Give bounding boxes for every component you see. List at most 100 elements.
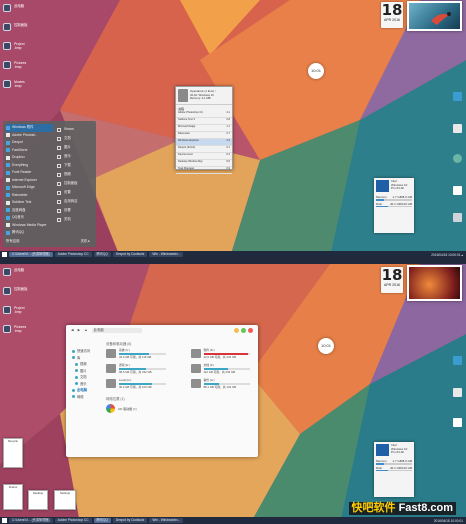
drive-name: 文档 (F:) [203,363,215,367]
process-row[interactable]: Desktop Window Mgr 5.6 [176,160,232,167]
process-row[interactable]: Dexpot (32-bit) 0.1 [176,146,232,153]
desktop-icon-this-pc[interactable]: 此电脑 [3,268,43,287]
start-menu-place-item[interactable]: 应用商店 [57,197,93,206]
start-menu-app-item[interactable]: Sublime Text [6,199,53,207]
drive-item[interactable]: 文档 (F:) 112 GB 可用，共 232 GB [190,363,250,375]
maximize-button[interactable] [241,327,246,333]
thumbnail-recycle[interactable]: Recycle [3,438,23,468]
taskbar-window-button[interactable]: Adobe Photoshop CC [54,518,92,523]
taskbar-clock[interactable]: 2016/04/18 10:00:01 ▴ [431,253,466,257]
control-panel-icon [3,23,11,31]
process-row[interactable]: Windows Explorer 3.2 [176,139,232,146]
start-menu-app-item[interactable]: Windows 附件 [6,124,53,132]
drive-item[interactable]: 备份 (H:) 88.1 GB 可用，共 132 GB [190,378,250,390]
desktop-icon-movies[interactable]: Movies .bmp [3,80,43,99]
start-menu-app-item[interactable]: Adobe Photosh.. [6,132,53,140]
taskbar-window-button[interactable]: C:\Users\Vi... (资源管理器) [9,518,53,523]
desktop-icon-pictures[interactable]: Pictures .bmp [3,61,43,80]
start-menu-app-item[interactable]: Foxit Reader [6,169,53,177]
desktop-icon-project[interactable]: Project .bmp [3,306,43,325]
drive-item[interactable]: 系统 (C:) 43.2 GB 可用，共 119 GB [106,348,166,360]
start-menu-place-item[interactable]: 下载 [57,161,93,170]
address-bar[interactable]: 此电脑 [91,327,142,333]
taskbar-clock[interactable]: 2016/04/18 10:00:01 [434,519,466,523]
start-menu-app-item[interactable]: 百度网盘 [6,207,53,215]
recycle-bin-icon[interactable] [453,92,462,101]
start-menu-place-item[interactable]: 视频 [57,170,93,179]
start-menu-app-item[interactable]: 腾讯QQ [6,229,53,237]
minimize-button[interactable] [234,327,239,333]
forward-icon[interactable]: ▶ [78,328,81,332]
chrome-icon[interactable] [453,124,462,133]
trash-icon[interactable] [453,213,462,222]
bitmap-file-icon [3,61,11,69]
start-menu-app-item[interactable]: Rainmeter [6,192,53,200]
taskbar-window-button[interactable]: 腾讯QQ [93,518,111,523]
desktop-icon-control-panel[interactable]: 控制面板 [3,23,43,42]
process-row[interactable]: Service Host 0.4 [176,153,232,160]
app-icon [6,230,10,235]
start-menu-app-label: Internet Explorer [12,177,38,182]
desktop-icon-pictures[interactable]: Pictures .bmp [3,325,43,344]
process-row[interactable]: Microsoft Edge 1.1 [176,125,232,132]
network-icon[interactable] [453,418,462,427]
thumbnail-settings[interactable]: Settings [54,490,76,510]
taskbar-window-button[interactable]: Dexpot by Cooltoolz [112,518,148,523]
nav-pane-item[interactable]: 网络 [72,394,104,401]
desktop-icon-control-panel[interactable]: 控制面板 [3,287,43,306]
start-menu-app-item[interactable]: Windows Media Player [6,222,53,230]
start-menu-place-item[interactable]: 图片 [57,143,93,152]
start-menu-place-item[interactable]: 文档 [57,134,93,143]
start-menu-app-item[interactable]: Internet Explorer [6,177,53,185]
start-menu-place-item[interactable]: 控制面板 [57,179,93,188]
start-menu-place-item[interactable]: Steam [57,125,93,134]
drive-item[interactable]: 软件 (D:) 12.6 GB 可用，共 232 GB [190,348,250,360]
start-menu-app-label: 百度网盘 [12,207,26,212]
chrome-icon[interactable] [453,388,462,397]
back-icon[interactable]: ◀ [71,328,74,332]
app-icon [6,215,10,220]
start-menu-app-item[interactable]: Everything [6,162,53,170]
network-location[interactable]: CD 驱动器 (I:) [106,404,250,413]
thumbnail-firefox[interactable]: Firefox [3,484,23,510]
start-menu-place-item[interactable]: 音乐 [57,152,93,161]
start-menu-app-label: FastStone [12,147,28,152]
desktop-icon-this-pc[interactable]: 此电脑 [3,4,43,23]
network-icon[interactable] [453,186,462,195]
start-menu-app-label: Foxit Reader [12,170,32,174]
start-menu-place-item[interactable]: 设置 [57,206,93,215]
drive-grid: 系统 (C:) 43.2 GB 可用，共 119 GB 软件 (D:) 12.6 GB… [106,348,250,390]
process-row[interactable]: Sublime Text 3 0.8 [176,118,232,125]
all-apps-button[interactable]: 所有应用 [6,238,20,243]
desktop-top: 此电脑 控制面板 Project .bmp Pictures .bmp Movi… [0,0,466,257]
computer-icon [3,268,11,276]
drive-free-space: 43.2 GB 可用，共 119 GB [119,354,152,359]
start-menu-app-item[interactable]: FastStone [6,147,53,155]
thumbnail-desktop[interactable]: Desktop [28,490,48,510]
start-menu-app-item[interactable]: QQ音乐 [6,214,53,222]
app-icon [6,200,10,205]
process-row[interactable]: Rainmeter 2.7 [176,132,232,139]
process-row[interactable]: Adobe Photoshop CC 4.1 [176,111,232,118]
separator [0,257,466,264]
up-icon[interactable]: ▲ [84,328,87,332]
power-button[interactable]: 关机 ▸ [81,238,90,243]
drive-item[interactable]: 游戏 (E:) 98.5 GB 可用，共 232 GB [106,363,166,375]
start-menu-app-item[interactable]: Microsoft Edge [6,184,53,192]
process-name: Service Host [178,153,193,156]
recycle-bin-icon[interactable] [453,356,462,365]
date-widget: 18 APR 2016 [381,2,403,28]
desktop-icon-project[interactable]: Project .bmp [3,42,43,61]
folder-icon [72,388,75,392]
app-icon [6,223,10,228]
process-value: 0.4 [226,153,230,156]
steam-icon[interactable] [453,154,462,163]
close-button[interactable] [248,327,253,333]
drive-item[interactable]: Local (G:) 30.2 GB 可用，共 100 GB [106,378,166,390]
start-menu-app-item[interactable]: Dropbox [6,154,53,162]
process-row[interactable]: Task Manager 0.9 [176,167,232,174]
start-menu-place-item[interactable]: 关机 [57,215,93,224]
start-menu-app-item[interactable]: Dexpot [6,139,53,147]
start-menu-place-item[interactable]: 设置 [57,188,93,197]
taskbar-window-button[interactable]: Win - Windowsfxx... [149,518,184,523]
